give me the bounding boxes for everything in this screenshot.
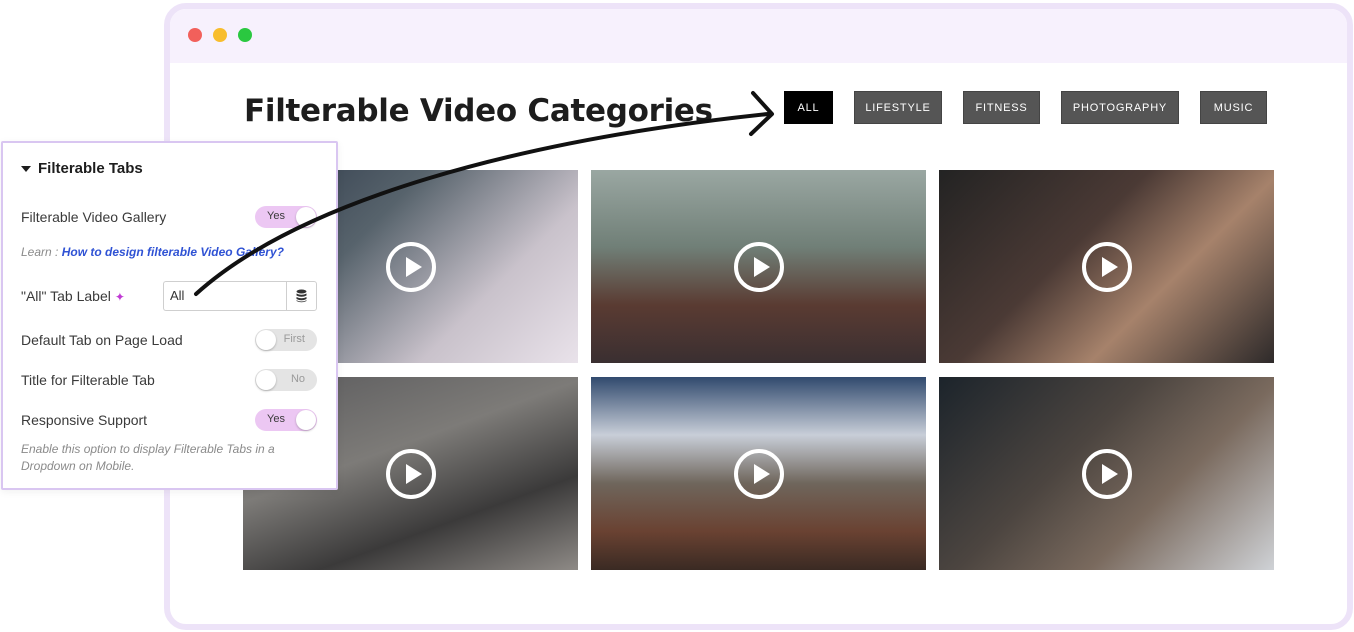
responsive-toggle[interactable]: Yes — [255, 409, 317, 431]
play-icon[interactable] — [1081, 241, 1132, 292]
tab-music[interactable]: MUSIC — [1200, 91, 1267, 124]
learn-text: Learn : How to design filterable Video G… — [21, 245, 284, 259]
title-tab-label: Title for Filterable Tab — [21, 372, 155, 388]
play-icon[interactable] — [1081, 448, 1132, 499]
all-tab-label-input[interactable]: All — [163, 281, 286, 311]
default-tab-label: Default Tab on Page Load — [21, 332, 183, 348]
database-icon — [296, 289, 307, 303]
toggle-knob — [296, 410, 316, 430]
window-titlebar — [170, 9, 1347, 63]
tab-photography[interactable]: PHOTOGRAPHY — [1061, 91, 1179, 124]
toggle-text: Yes — [267, 413, 285, 425]
caret-down-icon — [21, 165, 31, 172]
all-tab-label: "All" Tab Label — [21, 288, 111, 304]
learn-link[interactable]: How to design filterable Video Gallery? — [62, 245, 284, 259]
filterable-gallery-label: Filterable Video Gallery — [21, 209, 167, 225]
toggle-text: No — [290, 373, 305, 385]
toggle-knob — [256, 370, 276, 390]
sparkle-icon[interactable]: ✦ — [115, 290, 125, 304]
video-tile[interactable] — [939, 377, 1274, 570]
play-icon[interactable] — [733, 241, 784, 292]
tab-fitness[interactable]: FITNESS — [963, 91, 1040, 124]
title-tab-toggle[interactable]: No — [255, 369, 317, 391]
default-tab-toggle[interactable]: First — [255, 329, 317, 351]
all-tab-label-row: "All" Tab Label ✦ — [21, 288, 125, 304]
page-title: Filterable Video Categories — [244, 93, 713, 129]
play-icon[interactable] — [733, 448, 784, 499]
tab-all[interactable]: ALL — [784, 91, 833, 124]
browser-window: Filterable Video Categories ALL LIFESTYL… — [164, 3, 1353, 630]
toggle-text: First — [283, 333, 305, 345]
toggle-text: Yes — [267, 210, 285, 222]
close-window-button[interactable] — [188, 28, 202, 42]
video-tile[interactable] — [591, 170, 926, 363]
video-tile[interactable] — [591, 377, 926, 570]
learn-prefix: Learn : — [21, 245, 62, 259]
play-icon[interactable] — [385, 241, 436, 292]
toggle-knob — [256, 330, 276, 350]
video-tile[interactable] — [939, 170, 1274, 363]
panel-title: Filterable Tabs — [38, 160, 143, 177]
responsive-label: Responsive Support — [21, 412, 148, 428]
toggle-knob — [296, 207, 316, 227]
tab-lifestyle[interactable]: LIFESTYLE — [854, 91, 942, 124]
play-icon[interactable] — [385, 448, 436, 499]
maximize-window-button[interactable] — [238, 28, 252, 42]
filterable-gallery-toggle[interactable]: Yes — [255, 206, 317, 228]
panel-header[interactable]: Filterable Tabs — [21, 160, 143, 177]
minimize-window-button[interactable] — [213, 28, 227, 42]
dynamic-tags-button[interactable] — [286, 281, 317, 311]
filterable-tabs-panel: Filterable Tabs Filterable Video Gallery… — [1, 141, 338, 490]
responsive-hint: Enable this option to display Filterable… — [21, 442, 275, 473]
